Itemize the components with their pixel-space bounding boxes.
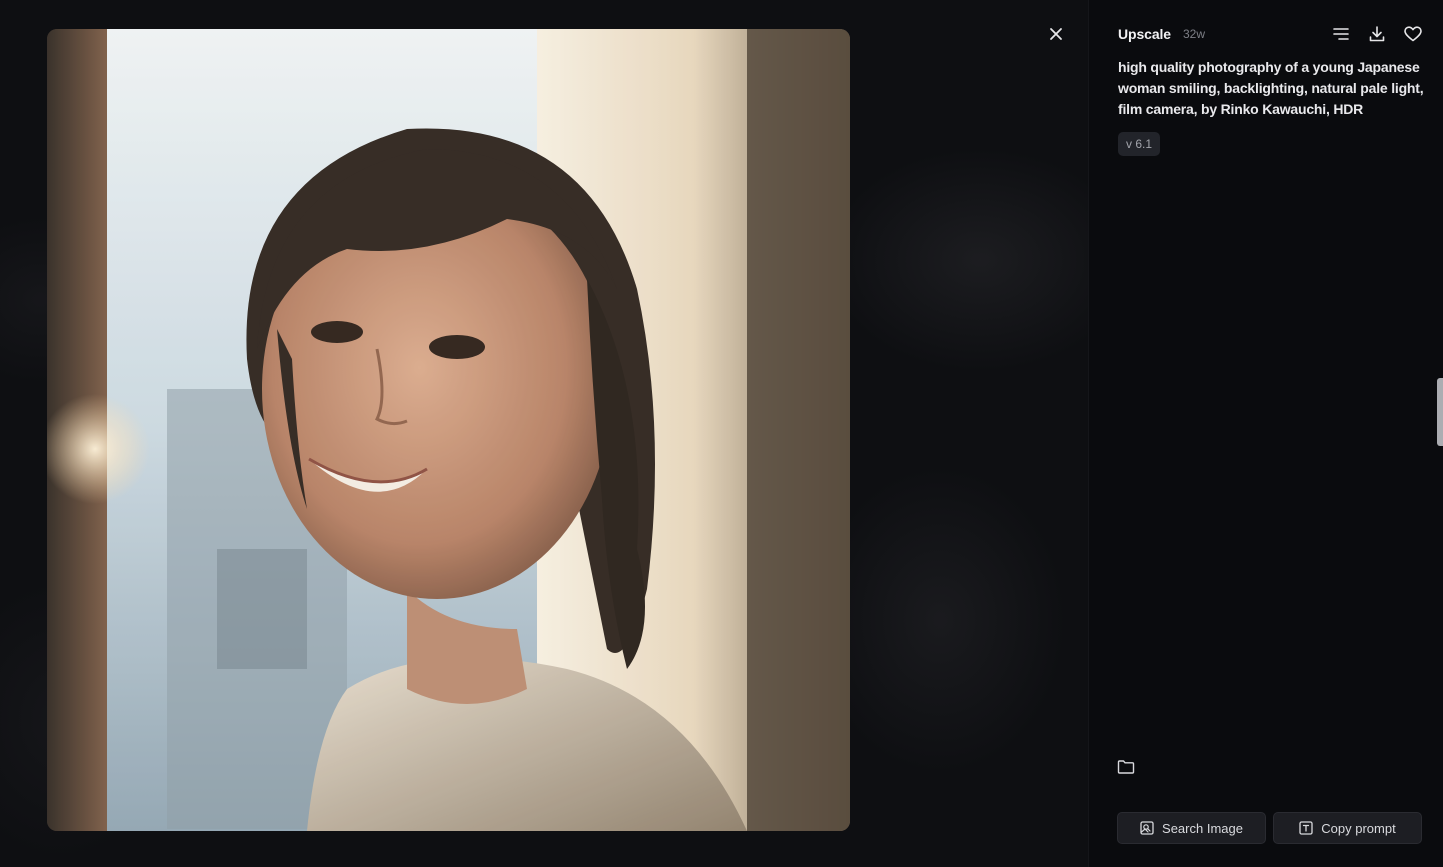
generated-image[interactable] <box>47 29 850 831</box>
image-search-icon <box>1140 821 1154 835</box>
image-viewer-stage <box>0 0 1088 867</box>
download-icon <box>1369 26 1385 42</box>
job-type-title: Upscale <box>1118 26 1171 42</box>
prompt-text: high quality photography of a young Japa… <box>1118 59 1424 117</box>
close-button[interactable] <box>1044 22 1068 46</box>
job-age: 32w <box>1183 27 1206 41</box>
options-icon <box>1333 28 1349 40</box>
options-button[interactable] <box>1331 24 1351 44</box>
version-badge: v 6.1 <box>1118 132 1161 156</box>
panel-scroll-handle[interactable] <box>1437 378 1443 446</box>
details-panel: Upscale 32w high quality photography of … <box>1088 0 1443 867</box>
copy-prompt-button[interactable]: Copy prompt <box>1273 812 1422 844</box>
folder-icon <box>1117 760 1135 774</box>
download-button[interactable] <box>1367 24 1387 44</box>
close-icon <box>1050 28 1062 40</box>
portrait-photo <box>47 29 850 831</box>
search-image-button[interactable]: Search Image <box>1117 812 1266 844</box>
text-box-icon <box>1299 821 1313 835</box>
heart-icon <box>1404 26 1422 42</box>
header-actions <box>1331 24 1423 44</box>
like-button[interactable] <box>1403 24 1423 44</box>
panel-header: Upscale 32w <box>1118 24 1423 44</box>
copy-prompt-label: Copy prompt <box>1321 820 1396 836</box>
add-to-folder-button[interactable] <box>1117 759 1137 779</box>
search-image-label: Search Image <box>1162 820 1243 836</box>
